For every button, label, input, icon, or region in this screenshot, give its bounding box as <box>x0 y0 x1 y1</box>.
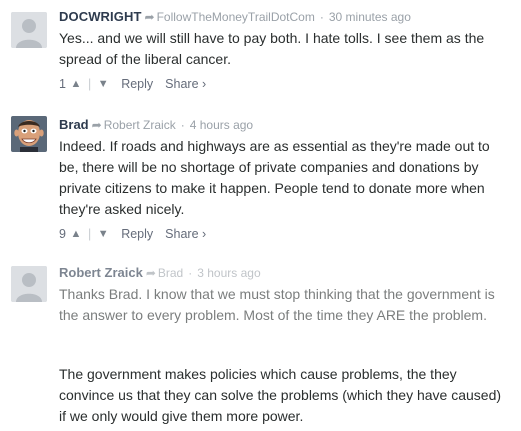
default-avatar-icon <box>11 12 47 48</box>
default-avatar-icon <box>11 266 47 302</box>
comment-paragraph: The government makes policies which caus… <box>59 366 502 424</box>
comment-paragraph-continued: The government makes policies which caus… <box>59 364 509 427</box>
reply-arrow-icon: ➦ <box>91 118 102 132</box>
timestamp[interactable]: 30 minutes ago <box>329 10 411 24</box>
comment-meta: Brad ➦ Robert Zraick · 4 hours ago <box>59 116 509 134</box>
reply-arrow-icon: ➦ <box>144 10 155 24</box>
avatar[interactable] <box>11 12 47 48</box>
reply-to-name[interactable]: Robert Zraick <box>104 118 176 132</box>
reply-button[interactable]: Reply <box>121 75 153 93</box>
bullet-separator: · <box>180 118 185 132</box>
author-name[interactable]: Robert Zraick <box>59 265 143 280</box>
comment-text: Yes... and we will still have to pay bot… <box>59 28 509 70</box>
comment-actions: 9 ▲ | ▼ Reply Share › <box>59 224 509 242</box>
comment-body: Robert Zraick ➦ Brad · 3 hours ago Thanks Br… <box>59 264 509 326</box>
vote-divider: | <box>87 76 92 91</box>
author-name[interactable]: Brad <box>59 117 89 132</box>
comment-paragraph: Yes... and we will still have to pay bot… <box>59 30 485 67</box>
author-name[interactable]: DOCWRIGHT <box>59 9 142 24</box>
share-button[interactable]: Share › <box>165 225 206 243</box>
comment-actions: 1 ▲ | ▼ Reply Share › <box>59 74 509 92</box>
reply-arrow-icon: ➦ <box>145 266 156 280</box>
comment-text: Thanks Brad. I know that we must stop th… <box>59 284 509 326</box>
caricature-photo-icon <box>11 116 47 152</box>
reply-to-name[interactable]: FollowTheMoneyTrailDotCom <box>157 10 315 24</box>
vote-count: 1 <box>59 76 66 91</box>
downvote-icon[interactable]: ▼ <box>97 75 109 93</box>
comment-body: DOCWRIGHT ➦ FollowTheMoneyTrailDotCom · 30 m… <box>59 8 509 92</box>
bullet-separator: · <box>319 10 324 24</box>
comment-paragraph: Thanks Brad. I know that we must stop th… <box>59 286 495 323</box>
reply-to-name[interactable]: Brad <box>158 266 183 280</box>
comment-meta: Robert Zraick ➦ Brad · 3 hours ago <box>59 264 509 282</box>
reply-button[interactable]: Reply <box>121 225 153 243</box>
comment-body: Brad ➦ Robert Zraick · 4 hours ago Indeed. I… <box>59 116 509 242</box>
upvote-icon[interactable]: ▲ <box>70 75 82 93</box>
downvote-icon[interactable]: ▼ <box>97 225 109 243</box>
comment-text: Indeed. If roads and highways are as ess… <box>59 136 509 220</box>
timestamp[interactable]: 4 hours ago <box>190 118 253 132</box>
share-button[interactable]: Share › <box>165 75 206 93</box>
bullet-separator: · <box>188 266 193 280</box>
avatar[interactable] <box>11 266 47 302</box>
avatar[interactable] <box>11 116 47 152</box>
comment-meta: DOCWRIGHT ➦ FollowTheMoneyTrailDotCom · 30 m… <box>59 8 509 26</box>
vote-divider: | <box>87 226 92 241</box>
timestamp[interactable]: 3 hours ago <box>197 266 260 280</box>
vote-count: 9 <box>59 226 66 241</box>
comment-paragraph: Indeed. If roads and highways are as ess… <box>59 138 490 217</box>
upvote-icon[interactable]: ▲ <box>70 225 82 243</box>
